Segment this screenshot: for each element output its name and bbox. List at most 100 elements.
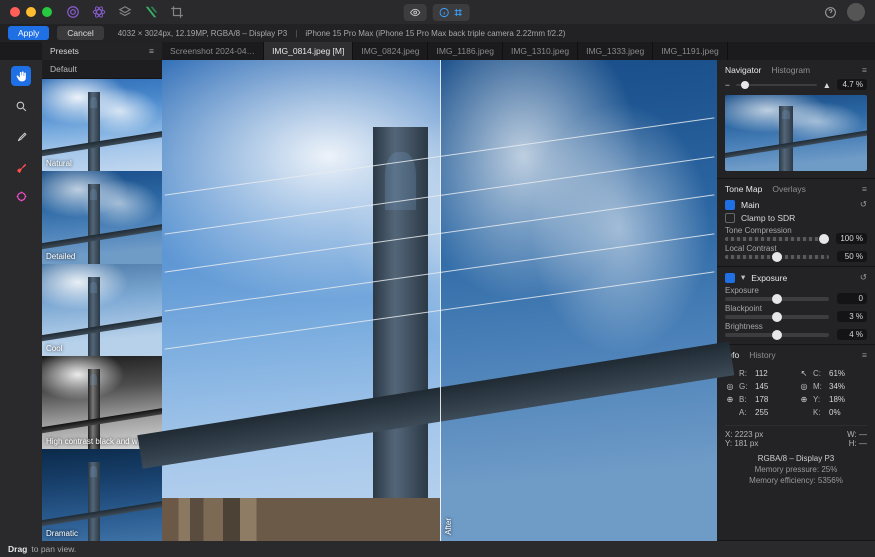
info-section: Info History ≡ ↖R:112 ↖C:61% ◎G:145 ◎M:3… (717, 345, 875, 541)
after-label: After (444, 518, 453, 535)
minimize-window[interactable] (26, 7, 36, 17)
info-y: 18% (829, 393, 845, 406)
eyedropper-tool[interactable] (11, 126, 31, 146)
presets-header: Presets ≡ (42, 42, 162, 60)
info-y2: Y: 181 px (725, 439, 758, 448)
status-drag-label: Drag (8, 544, 27, 554)
preview-mode-toggle[interactable] (403, 4, 426, 21)
preset-label: High contrast black and white (46, 437, 151, 446)
tab-tonemap[interactable]: Tone Map (725, 184, 762, 194)
window-controls (10, 7, 52, 17)
zoom-window[interactable] (42, 7, 52, 17)
hand-tool[interactable] (11, 66, 31, 86)
tonemap-section: Tone Map Overlays ≡ Main ↺ Clamp to SDR … (717, 179, 875, 267)
presets-panel: Default Natural Detailed Cool High contr… (42, 60, 162, 541)
preset-label: Cool (46, 344, 62, 353)
action-bar: Apply Cancel 4032 × 3024px, 12.19MP, RGB… (0, 24, 875, 42)
brightness-slider[interactable] (725, 333, 829, 337)
zoom-in-icon[interactable]: ▲ (823, 80, 831, 90)
info-k: 0% (829, 406, 841, 419)
zoom-slider[interactable] (736, 84, 817, 86)
tab-img-1333[interactable]: IMG_1333.jpeg (578, 42, 653, 60)
document-tabs: Screenshot 2024-04… IMG_0814.jpeg [M] IM… (162, 42, 875, 60)
info-toggle[interactable] (432, 4, 469, 21)
account-avatar[interactable] (847, 3, 865, 21)
apply-button[interactable]: Apply (8, 26, 49, 40)
blackpoint-slider[interactable] (725, 315, 829, 319)
zoom-out-icon[interactable]: − (725, 80, 730, 90)
local-contrast-value[interactable]: 50 % (837, 251, 867, 262)
status-hint: to pan view. (31, 544, 76, 554)
zoom-tool[interactable] (11, 96, 31, 116)
tab-info[interactable]: Info (725, 350, 739, 360)
info-g: 145 (755, 380, 768, 393)
info-x: X: 2223 px (725, 430, 763, 439)
tab-img-1310[interactable]: IMG_1310.jpeg (503, 42, 578, 60)
info-r: 112 (755, 367, 768, 380)
exposure-slider[interactable] (725, 297, 829, 301)
tab-overlays[interactable]: Overlays (772, 184, 806, 194)
wand-tool[interactable] (11, 186, 31, 206)
nav-menu-icon[interactable]: ≡ (862, 65, 867, 75)
preset-detailed[interactable]: Detailed (42, 171, 162, 263)
local-contrast-slider[interactable] (725, 255, 829, 259)
tab-img-0824[interactable]: IMG_0824.jpeg (353, 42, 428, 60)
brightness-value[interactable]: 4 % (837, 329, 867, 340)
zoom-value[interactable]: 4.7 % (837, 79, 867, 90)
presets-menu-icon[interactable]: ≡ (149, 46, 154, 56)
pointer-icon: ↖ (799, 369, 809, 379)
image-meta-camera: iPhone 15 Pro Max (iPhone 15 Pro Max bac… (305, 29, 565, 38)
exposure-checkbox[interactable] (725, 273, 735, 283)
preset-group-default[interactable]: Default (42, 60, 162, 79)
preset-bw[interactable]: High contrast black and white (42, 356, 162, 448)
preset-label: Dramatic (46, 529, 78, 538)
main-label: Main (741, 200, 759, 210)
canvas[interactable]: After (162, 60, 717, 541)
tab-navigator[interactable]: Navigator (725, 65, 761, 75)
info-menu-icon[interactable]: ≡ (862, 350, 867, 360)
exposure-value[interactable]: 0 (837, 293, 867, 304)
plus-circle-icon: ⊕ (725, 395, 735, 405)
info-w: W: — (847, 430, 867, 439)
preset-natural[interactable]: Natural (42, 79, 162, 171)
layers-icon[interactable] (118, 5, 132, 19)
help-icon[interactable] (824, 6, 837, 19)
tab-img-0814[interactable]: IMG_0814.jpeg [M] (264, 42, 353, 60)
crop-icon[interactable] (170, 5, 184, 19)
info-b: 178 (755, 393, 768, 406)
tone-compression-slider[interactable] (725, 237, 829, 241)
stripe-icon[interactable] (144, 5, 158, 19)
tab-histogram[interactable]: Histogram (771, 65, 810, 75)
info-m: 34% (829, 380, 845, 393)
plus-circle-icon: ⊕ (799, 395, 809, 405)
main-area: Default Natural Detailed Cool High contr… (0, 60, 875, 541)
clamp-sdr-label: Clamp to SDR (741, 213, 795, 223)
navigator-section: Navigator Histogram ≡ − ▲ 4.7 % (717, 60, 875, 179)
preset-label: Detailed (46, 252, 75, 261)
info-mem-pressure: Memory pressure: 25% (725, 465, 867, 474)
navigator-thumbnail[interactable] (725, 95, 867, 171)
tab-history[interactable]: History (749, 350, 775, 360)
target-icon: ◎ (725, 382, 735, 392)
tonemap-menu-icon[interactable]: ≡ (862, 184, 867, 194)
reset-tonemap-icon[interactable]: ↺ (860, 199, 867, 210)
blackpoint-value[interactable]: 3 % (837, 311, 867, 322)
preset-cool[interactable]: Cool (42, 264, 162, 356)
red-brush-tool[interactable] (11, 156, 31, 176)
cancel-button[interactable]: Cancel (57, 26, 103, 40)
tone-compression-value[interactable]: 100 % (836, 233, 867, 244)
clamp-sdr-checkbox[interactable] (725, 213, 735, 223)
reset-exposure-icon[interactable]: ↺ (860, 272, 867, 283)
before-after-splitter[interactable] (440, 60, 441, 541)
target-icon: ◎ (799, 382, 809, 392)
close-window[interactable] (10, 7, 20, 17)
tab-img-1186[interactable]: IMG_1186.jpeg (428, 42, 503, 60)
atom-icon[interactable] (92, 5, 106, 19)
tab-img-1191[interactable]: IMG_1191.jpeg (653, 42, 728, 60)
info-a: 255 (755, 406, 768, 419)
main-checkbox[interactable] (725, 200, 735, 210)
pointer-icon: ↖ (725, 369, 735, 379)
preset-dramatic[interactable]: Dramatic (42, 449, 162, 541)
persona-icon[interactable] (66, 5, 80, 19)
tab-screenshot[interactable]: Screenshot 2024-04… (162, 42, 264, 60)
